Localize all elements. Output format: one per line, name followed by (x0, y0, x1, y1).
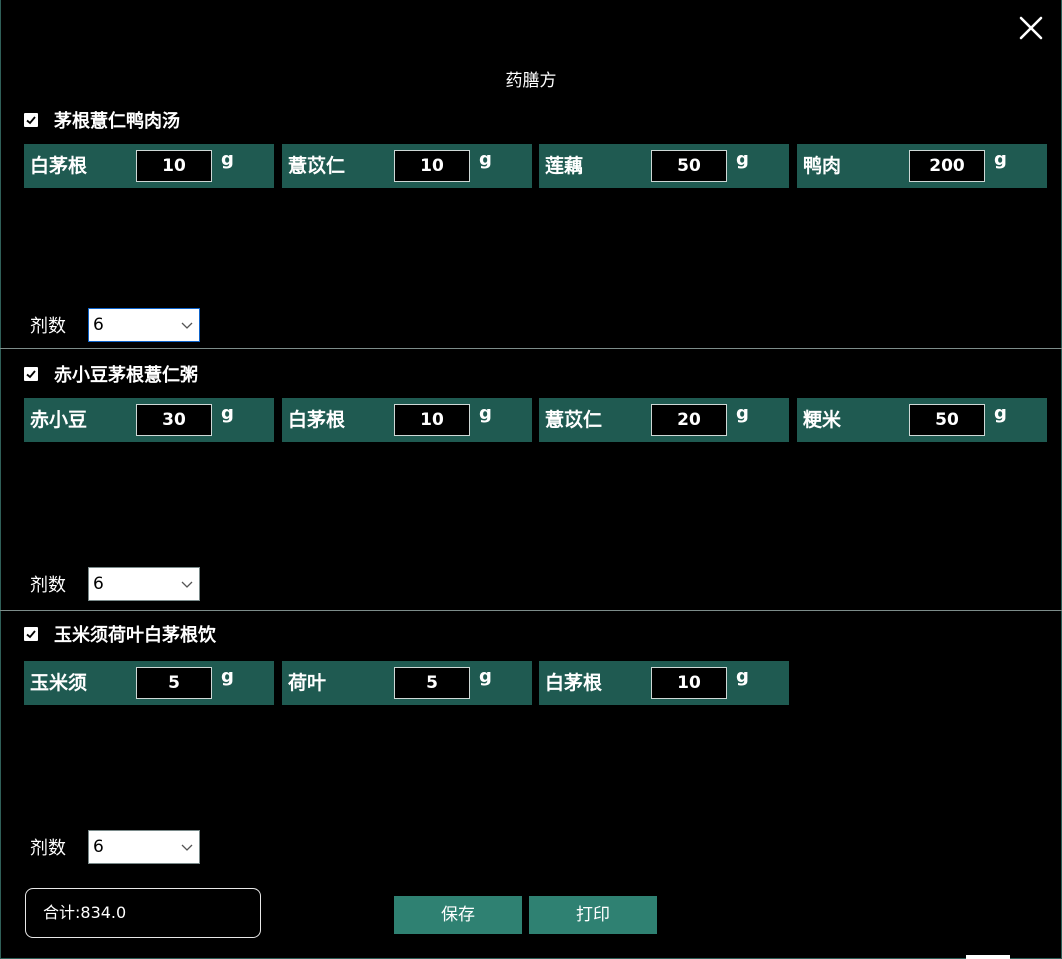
ingredient-unit: g (736, 666, 749, 687)
ingredient-amount-input[interactable] (394, 404, 470, 436)
dose-label: 剂数 (30, 575, 66, 596)
ingredient-name: 白茅根 (545, 672, 603, 694)
print-button[interactable]: 打印 (529, 896, 657, 934)
ingredient-item: 粳米 g (797, 398, 1047, 442)
ingredient-item: 白茅根 g (282, 398, 532, 442)
ingredient-item: 薏苡仁 g (282, 144, 532, 188)
dose-row: 剂数 6 (30, 308, 200, 342)
ingredient-name: 鸭肉 (803, 155, 842, 177)
ingredient-name: 粳米 (803, 409, 842, 431)
dose-select[interactable]: 6 (88, 567, 200, 601)
recipe-checkbox[interactable] (24, 367, 38, 381)
ingredient-amount-input[interactable] (651, 404, 727, 436)
ingredient-unit: g (479, 149, 492, 170)
dose-select[interactable]: 6 (88, 308, 200, 342)
ingredient-name: 荷叶 (288, 672, 327, 694)
window-edge-mark (966, 955, 1010, 959)
ingredient-amount-input[interactable] (394, 150, 470, 182)
ingredient-item: 莲藕 g (539, 144, 789, 188)
total-display: 合计:834.0 (25, 888, 261, 938)
dose-value: 6 (93, 574, 104, 594)
recipe-name: 赤小豆茅根薏仁粥 (54, 365, 198, 386)
recipe-checkbox[interactable] (24, 113, 38, 127)
ingredient-unit: g (479, 403, 492, 424)
ingredient-item: 薏苡仁 g (539, 398, 789, 442)
ingredient-unit: g (221, 403, 234, 424)
ingredient-amount-input[interactable] (136, 150, 212, 182)
ingredient-name: 薏苡仁 (545, 409, 603, 431)
recipe-name: 玉米须荷叶白茅根饮 (54, 625, 216, 646)
section-divider (0, 610, 1062, 611)
ingredient-name: 白茅根 (30, 155, 88, 177)
ingredient-amount-input[interactable] (909, 150, 985, 182)
ingredient-amount-input[interactable] (651, 667, 727, 699)
ingredient-unit: g (221, 666, 234, 687)
checkmark-icon (26, 370, 36, 379)
ingredient-amount-input[interactable] (394, 667, 470, 699)
ingredient-amount-input[interactable] (136, 404, 212, 436)
save-button[interactable]: 保存 (394, 896, 522, 934)
dose-label: 剂数 (30, 838, 66, 859)
recipe-header: 玉米须荷叶白茅根饮 (24, 623, 216, 646)
dose-label: 剂数 (30, 316, 66, 337)
chevron-down-icon (181, 322, 193, 329)
ingredient-name: 白茅根 (288, 409, 346, 431)
dose-row: 剂数 6 (30, 830, 200, 864)
ingredient-unit: g (479, 666, 492, 687)
close-icon (1019, 16, 1043, 40)
ingredient-item: 鸭肉 g (797, 144, 1047, 188)
dose-value: 6 (93, 837, 104, 857)
dose-row: 剂数 6 (30, 567, 200, 601)
ingredient-unit: g (994, 403, 1007, 424)
recipe-header: 茅根薏仁鸭肉汤 (24, 109, 180, 132)
ingredient-amount-input[interactable] (909, 404, 985, 436)
ingredient-unit: g (221, 149, 234, 170)
checkmark-icon (26, 630, 36, 639)
ingredient-amount-input[interactable] (651, 150, 727, 182)
ingredient-item: 白茅根 g (24, 144, 274, 188)
chevron-down-icon (181, 581, 193, 588)
recipe-checkbox[interactable] (24, 627, 38, 641)
recipe-header: 赤小豆茅根薏仁粥 (24, 363, 198, 386)
ingredient-name: 莲藕 (545, 155, 584, 177)
ingredient-name: 玉米须 (30, 672, 88, 694)
chevron-down-icon (181, 844, 193, 851)
dialog-title: 药膳方 (505, 71, 557, 91)
ingredient-amount-input[interactable] (136, 667, 212, 699)
close-button[interactable] (1017, 14, 1045, 42)
ingredient-item: 荷叶 g (282, 661, 532, 705)
checkmark-icon (26, 116, 36, 125)
dose-value: 6 (93, 315, 104, 335)
section-divider (0, 348, 1062, 349)
recipe-name: 茅根薏仁鸭肉汤 (54, 111, 180, 132)
ingredient-item: 白茅根 g (539, 661, 789, 705)
dose-select[interactable]: 6 (88, 830, 200, 864)
ingredient-item: 玉米须 g (24, 661, 274, 705)
ingredient-unit: g (736, 403, 749, 424)
ingredient-name: 赤小豆 (30, 409, 88, 431)
ingredient-item: 赤小豆 g (24, 398, 274, 442)
ingredient-unit: g (994, 149, 1007, 170)
ingredient-unit: g (736, 149, 749, 170)
ingredient-name: 薏苡仁 (288, 155, 346, 177)
